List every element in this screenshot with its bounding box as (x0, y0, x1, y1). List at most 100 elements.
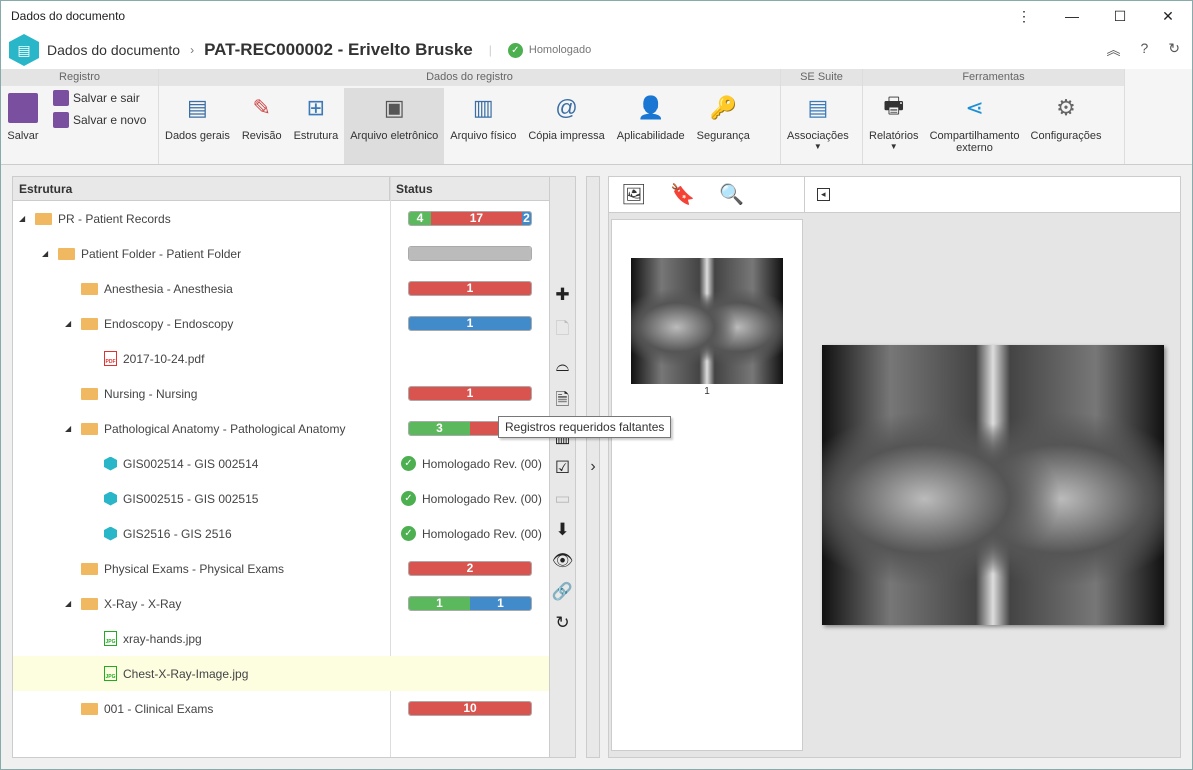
tree-item-label: Endoscopy - Endoscopy (104, 316, 234, 331)
label: Revisão (241, 130, 282, 142)
status-text: Homologado Rev. (00) (422, 526, 542, 541)
status-segment: 3 (409, 422, 470, 435)
ribbon-button[interactable]: ▣ Arquivo eletrônico (344, 88, 445, 164)
eye-icon[interactable]: 👁 (552, 551, 574, 571)
collapse-icon[interactable]: ︽ (1106, 40, 1120, 60)
ribbon-button[interactable]: @ Cópia impressa (522, 88, 610, 164)
ribbon-button[interactable]: ⊞ Estrutura (288, 88, 345, 164)
checklist-icon[interactable]: ☑ (555, 458, 570, 478)
ribbon-button[interactable]: 👤 Aplicabilidade (611, 88, 691, 164)
ribbon-button[interactable]: ✎ Revisão (236, 88, 288, 164)
tree-row[interactable]: JPG Chest-X-Ray-Image.jpg (13, 656, 549, 691)
group-title: Ferramentas (863, 69, 1124, 86)
record-icon (104, 526, 117, 541)
ribbon-item-icon: ▣ (383, 95, 405, 120)
status-bar: 1 (408, 316, 532, 331)
toggle-sidebar-icon[interactable]: ◂ (817, 188, 830, 201)
missing-records-icon[interactable]: 🗎 (556, 387, 570, 416)
structure-tree: Estrutura Status ◢ PR - Patient Records 4 17… (12, 176, 550, 758)
add-file-icon[interactable]: 🗋 (556, 316, 570, 345)
header: ▤ Dados do documento › PAT-REC000002 - E… (1, 31, 1192, 69)
help-icon[interactable]: ? (1140, 40, 1148, 60)
status-badge: ✓ Homologado (507, 42, 592, 58)
tree-row[interactable]: Anesthesia - Anesthesia 1 (13, 271, 549, 306)
bookmark-icon[interactable]: 🔖 (670, 182, 695, 207)
refresh-icon[interactable]: ↻ (1168, 40, 1180, 60)
folder-icon (58, 247, 75, 260)
download-icon[interactable]: ⬇ (555, 520, 569, 540)
tree-row[interactable]: ◢ Patient Folder - Patient Folder (13, 236, 549, 271)
save-icon (7, 92, 39, 124)
chevron-right-icon: › (590, 458, 596, 475)
ribbon-item-icon: 👤 (636, 95, 665, 120)
maximize-button[interactable]: ☐ (1096, 8, 1144, 25)
close-button[interactable]: ✕ (1144, 8, 1192, 25)
folder-icon (81, 317, 98, 330)
label: Salvar (7, 130, 39, 142)
expand-triangle-icon[interactable]: ◢ (65, 424, 75, 433)
status-bar: 4 17 2 (408, 211, 532, 226)
tree-row[interactable]: Physical Exams - Physical Exams 2 (13, 551, 549, 586)
save-exit-button[interactable]: Salvar e sair (53, 90, 146, 106)
expand-triangle-icon[interactable]: ◢ (65, 599, 75, 608)
scanner-icon[interactable]: ⌓ (556, 356, 569, 376)
status-segment: 1 (470, 597, 531, 610)
save-exit-icon (53, 90, 69, 106)
associations-button[interactable]: ▤ Associações ▼ (781, 88, 855, 164)
gear-icon: ⚙ (1056, 95, 1076, 120)
status-segment: 1 (409, 317, 531, 330)
expand-panel-button[interactable]: › (586, 176, 600, 758)
image-icon[interactable]: 🖼 (621, 182, 646, 207)
reports-button[interactable]: 🖶 Relatórios ▼ (863, 88, 925, 164)
ribbon-item-icon: ⊞ (306, 95, 326, 120)
jpg-file-icon: JPG (104, 631, 117, 646)
ribbon-button[interactable]: ▥ Arquivo físico (444, 88, 522, 164)
disabled-doc-icon[interactable]: ▭ (554, 489, 570, 509)
status-badge: ✓ Homologado Rev. (00) (401, 491, 542, 506)
folder-icon (81, 282, 98, 295)
tree-item-label: GIS2516 - GIS 2516 (123, 526, 232, 541)
tree-row[interactable]: GIS2516 - GIS 2516 ✓ Homologado Rev. (00) (13, 516, 549, 551)
save-button[interactable]: Salvar (1, 88, 45, 164)
thumbnail-page[interactable] (631, 258, 783, 384)
document-logo-icon: ▤ (9, 34, 39, 66)
tree-row[interactable]: PDF 2017-10-24.pdf (13, 341, 549, 376)
associations-icon: ▤ (807, 95, 829, 120)
tree-item-label: xray-hands.jpg (123, 631, 202, 646)
label: Arquivo físico (450, 130, 517, 142)
tree-row[interactable]: ◢ Endoscopy - Endoscopy 1 (13, 306, 549, 341)
link-icon[interactable]: 🔗 (552, 582, 573, 602)
tree-row[interactable]: JPG xray-hands.jpg (13, 621, 549, 656)
tree-item-label: Anesthesia - Anesthesia (104, 281, 233, 296)
group-title: SE Suite (781, 69, 862, 86)
status-segment: 10 (409, 702, 531, 715)
tree-item-label: GIS002515 - GIS 002515 (123, 491, 259, 506)
tree-row[interactable]: GIS002515 - GIS 002515 ✓ Homologado Rev. (… (13, 481, 549, 516)
tree-row[interactable]: ◢ X-Ray - X-Ray 1 1 (13, 586, 549, 621)
status-segment: 1 (409, 282, 531, 295)
save-new-button[interactable]: Salvar e novo (53, 112, 146, 128)
tree-row[interactable]: Nursing - Nursing 1 (13, 376, 549, 411)
tree-row[interactable]: ◢ Pathological Anatomy - Pathological Ana… (13, 411, 549, 446)
settings-button[interactable]: ⚙ Configurações (1025, 88, 1108, 164)
expand-triangle-icon[interactable]: ◢ (65, 319, 75, 328)
folder-icon (81, 702, 98, 715)
search-icon[interactable]: 🔍 (719, 182, 744, 207)
expand-triangle-icon[interactable]: ◢ (19, 214, 29, 223)
tree-row[interactable]: 001 - Clinical Exams 10 (13, 691, 549, 726)
external-share-button[interactable]: ⋖ Compartilhamento externo (925, 88, 1025, 164)
more-icon[interactable]: ⋮ (1000, 8, 1048, 25)
expand-triangle-icon[interactable]: ◢ (42, 249, 52, 258)
add-icon[interactable]: ✚ (555, 285, 569, 305)
group-title: Dados do registro (159, 69, 780, 86)
breadcrumb[interactable]: Dados do documento (47, 42, 180, 58)
tree-row[interactable]: ◢ PR - Patient Records 4 17 2 (13, 201, 549, 236)
minimize-button[interactable]: — (1048, 8, 1096, 25)
status-segment: 17 (430, 212, 522, 225)
status-segment: 2 (409, 562, 531, 575)
refresh-icon[interactable]: ↻ (555, 613, 569, 633)
status-text: Homologado (528, 44, 592, 56)
tree-row[interactable]: GIS002514 - GIS 002514 ✓ Homologado Rev. (… (13, 446, 549, 481)
ribbon-button[interactable]: ▤ Dados gerais (159, 88, 236, 164)
ribbon-button[interactable]: 🔑 Segurança (691, 88, 756, 164)
